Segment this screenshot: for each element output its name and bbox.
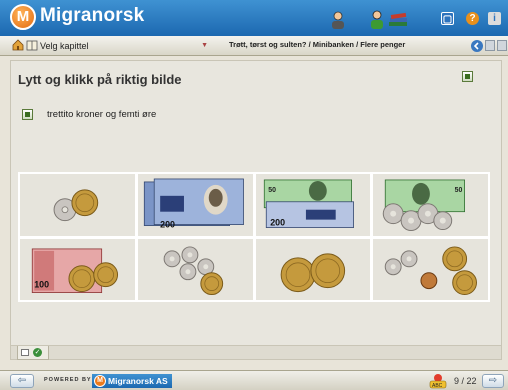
banknote-coins-image: 50 [383,179,466,232]
choice-200-banknotes[interactable]: 200 [137,174,253,236]
exercise-panel: Lytt og klikk på riktig bilde trettito k… [10,60,502,360]
app-title: Migranorsk [40,5,145,26]
previous-button[interactable]: ⇦ [10,374,34,388]
choice-100-banknote-coins[interactable]: 100 [20,238,135,300]
banknotes-image: 200 [143,178,244,230]
window-icon-2[interactable] [497,40,507,51]
brand-logo: M Migranorsk AS [92,374,172,388]
svg-text:ABC: ABC [432,383,443,389]
person-icon[interactable] [329,10,347,30]
brand-name: Migranorsk AS [108,376,168,386]
note-50-label: 50 [268,187,276,194]
fullscreen-icon[interactable]: ▢ [441,12,454,25]
choice-coins-4[interactable] [373,238,488,300]
page-counter: 9 / 22 [454,376,477,386]
chapter-select[interactable]: Velg kapittel ▼ [10,38,212,54]
coins-image [53,189,99,222]
bottom-bar: ⇦ POWERED BY M Migranorsk AS ABC 9 / 22 … [0,370,508,390]
prompt-text: trettito kroner og femti øre [47,109,157,120]
next-button[interactable]: ⇨ [482,374,504,388]
banknotes-image: 50 200 [263,179,354,228]
play-prompt-icon[interactable] [22,109,33,120]
coins-image [384,245,478,295]
breadcrumb: Trøtt, tørst og sulten? / Minibanken / F… [229,40,406,49]
coins-image [163,245,223,295]
info-icon[interactable]: i [488,12,501,25]
note-200-label: 200 [160,220,175,230]
app-logo-icon: M [10,4,36,30]
app-header: M Migranorsk ▢ ? i [0,0,508,36]
note-50-label: 50 [455,187,463,194]
abc-character-icon: ABC [429,374,447,389]
coins-image [280,252,345,292]
panel-footer: ✓ [11,345,501,360]
note-icon [21,349,29,356]
choice-50-banknote-coins[interactable]: 50 [373,174,488,236]
user-green-icon[interactable] [368,10,386,30]
powered-by-label: POWERED BY [44,377,92,383]
check-icon: ✓ [33,348,42,357]
books-icon[interactable] [388,10,410,30]
help-icon[interactable]: ? [466,12,479,25]
choice-200-50-banknotes[interactable]: 50 200 [255,174,371,236]
choice-coins-1[interactable] [20,174,135,236]
exercise-title: Lytt og klikk på riktig bilde [18,72,182,87]
banknote-coins-image: 100 [31,248,119,293]
progress-tab[interactable]: ✓ [17,346,49,360]
brand-logo-icon: M [94,375,106,387]
note-200-label: 200 [270,218,285,228]
window-icon[interactable] [485,40,495,51]
choice-coins-2[interactable] [137,238,253,300]
play-instructions-icon[interactable] [462,71,473,82]
choice-coins-3[interactable] [255,238,371,300]
back-circle-icon[interactable] [470,39,484,53]
chapter-select-label: Velg kapittel [40,41,89,51]
chevron-down-icon: ▼ [201,42,208,49]
note-100-label: 100 [34,279,49,289]
answer-grid: 200 50 200 50 100 [18,172,490,302]
